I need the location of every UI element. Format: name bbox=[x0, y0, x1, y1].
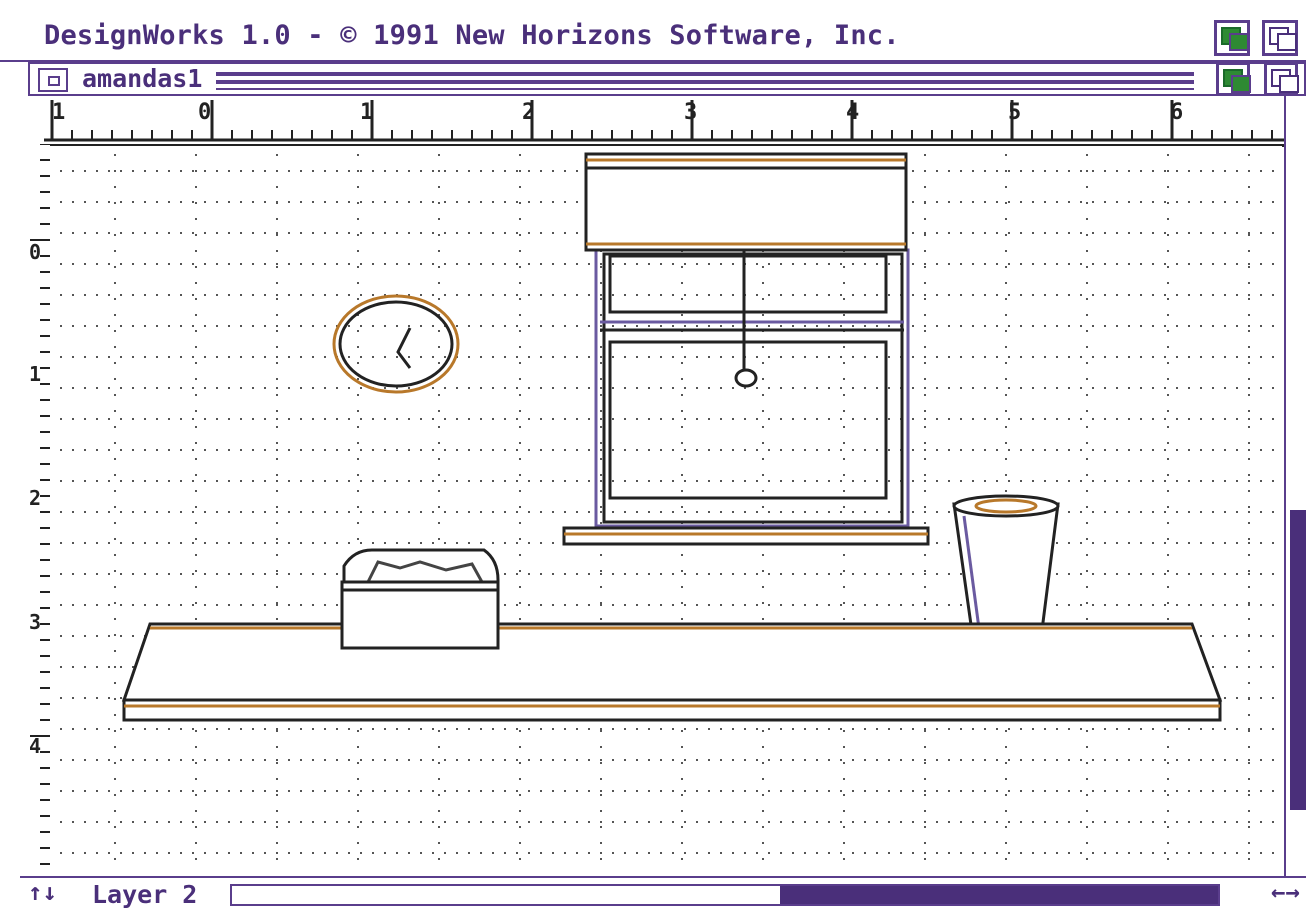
close-icon[interactable] bbox=[38, 68, 68, 92]
left-right-arrows-icon[interactable]: ←→ bbox=[1271, 878, 1300, 906]
vertical-ruler: 0 1 2 3 4 bbox=[28, 143, 52, 874]
up-down-arrows-icon[interactable]: ↑↓ bbox=[28, 878, 57, 906]
ruler-label: 4 bbox=[29, 734, 42, 758]
window-drag-bar[interactable] bbox=[216, 68, 1194, 90]
screen-depth-back-icon[interactable] bbox=[1214, 20, 1250, 56]
window-depth-back-icon[interactable] bbox=[1216, 62, 1251, 96]
window-depth-front-icon[interactable] bbox=[1264, 62, 1299, 96]
ruler-label: 1 bbox=[360, 100, 374, 125]
ruler-label: 3 bbox=[684, 100, 698, 125]
window-drawing[interactable] bbox=[562, 152, 930, 546]
horizontal-ruler-ticks bbox=[44, 100, 1284, 142]
ruler-label: 0 bbox=[198, 100, 212, 125]
ruler-label: 2 bbox=[29, 486, 42, 510]
tissue-box-drawing[interactable] bbox=[340, 548, 500, 650]
layer-label[interactable]: Layer 2 bbox=[92, 880, 197, 909]
ruler-label: 1 bbox=[52, 100, 66, 125]
screen-title-bar[interactable]: DesignWorks 1.0 - © 1991 New Horizons So… bbox=[0, 18, 1306, 62]
window-title: amandas1 bbox=[82, 64, 203, 93]
ruler-label: 3 bbox=[29, 610, 42, 634]
clock-drawing[interactable] bbox=[332, 294, 460, 394]
app-title: DesignWorks 1.0 - © 1991 New Horizons So… bbox=[44, 20, 900, 51]
ruler-label: 4 bbox=[846, 100, 860, 125]
bottom-bar: ↑↓ Layer 2 ←→ bbox=[20, 876, 1306, 912]
shelf-drawing[interactable] bbox=[121, 622, 1223, 722]
drawing-surface[interactable] bbox=[50, 146, 1282, 876]
ruler-label: 0 bbox=[29, 240, 42, 264]
ruler-label: 5 bbox=[1008, 100, 1022, 125]
horizontal-scroll-thumb[interactable] bbox=[780, 886, 1218, 904]
drawing-canvas[interactable] bbox=[50, 146, 1282, 876]
screen-depth-front-icon[interactable] bbox=[1262, 20, 1298, 56]
ruler-label: 1 bbox=[29, 362, 42, 386]
grid-dots bbox=[60, 154, 1274, 860]
vertical-scroll-thumb[interactable] bbox=[1290, 510, 1306, 810]
horizontal-scrollbar[interactable] bbox=[230, 884, 1220, 906]
ruler-label: 2 bbox=[522, 100, 536, 125]
horizontal-ruler: 1 0 1 2 3 4 5 6 bbox=[44, 96, 1284, 147]
window-title-bar[interactable]: amandas1 bbox=[28, 62, 1306, 96]
ruler-label: 6 bbox=[1170, 100, 1184, 125]
